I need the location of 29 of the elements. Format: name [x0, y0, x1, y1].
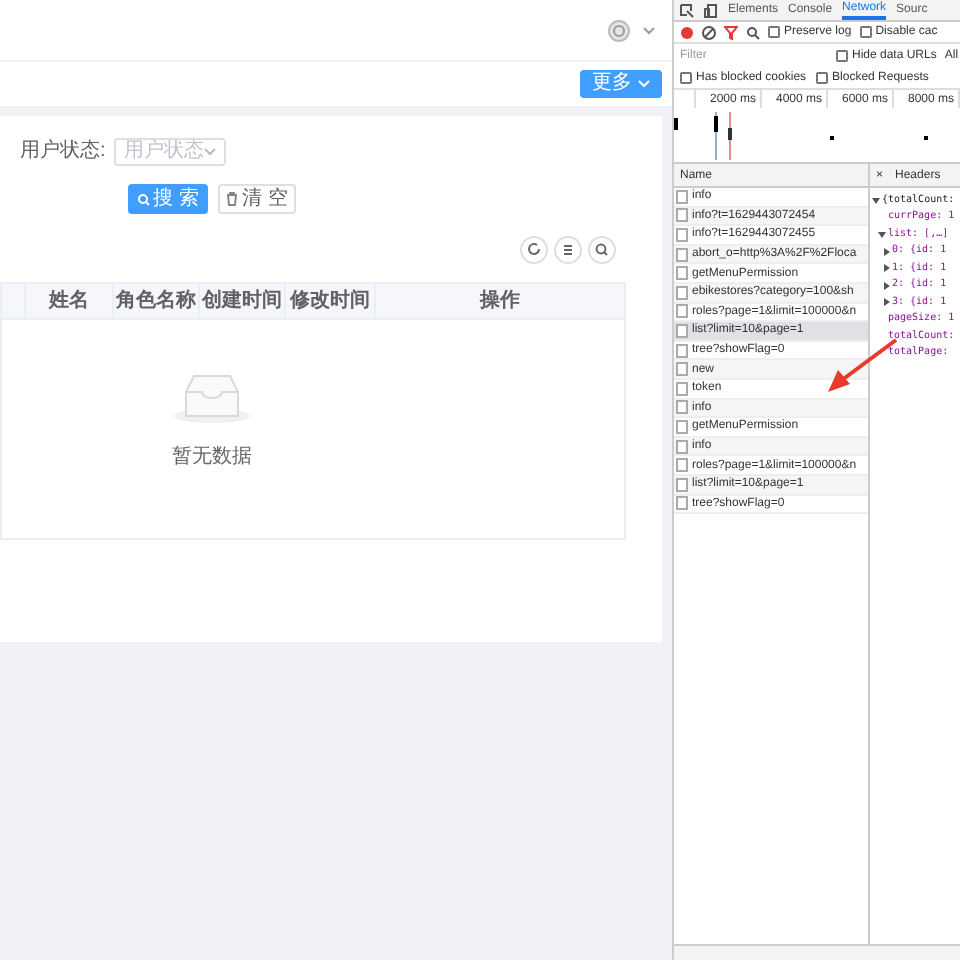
expanded-icon[interactable]: [878, 231, 886, 238]
device-icon[interactable]: [704, 3, 718, 17]
search-icon: [137, 193, 150, 205]
inspect-icon[interactable]: [680, 3, 694, 17]
column-header: 操作: [477, 287, 522, 316]
caret-icon[interactable]: [642, 25, 656, 35]
columns-icon[interactable]: [554, 236, 582, 264]
collapsed-icon[interactable]: [884, 247, 890, 256]
search-icon[interactable]: [746, 25, 760, 39]
column-header: 姓名: [25, 284, 114, 318]
expanded-icon[interactable]: [872, 197, 880, 204]
collapsed-icon[interactable]: [884, 264, 890, 273]
empty-box-icon: [172, 372, 252, 424]
column-header: 修改时间: [286, 284, 376, 318]
collapsed-icon[interactable]: [884, 298, 890, 307]
clear-button[interactable]: 清 空: [218, 184, 296, 214]
filter-icon[interactable]: [724, 25, 738, 39]
record-icon[interactable]: [680, 25, 694, 39]
caret-icon: [203, 147, 216, 155]
filter-label: 用户状态:: [20, 137, 106, 166]
collapsed-icon[interactable]: [884, 281, 890, 290]
caret-icon: [638, 80, 650, 88]
empty-text: 暂无数据: [172, 443, 252, 472]
trash-icon: [226, 192, 239, 206]
column-header: 角色名称: [113, 284, 201, 318]
clear-icon[interactable]: [702, 25, 716, 39]
avatar-icon[interactable]: [608, 19, 630, 41]
column-header: 创建时间: [200, 284, 287, 318]
refresh-icon[interactable]: [520, 236, 548, 264]
